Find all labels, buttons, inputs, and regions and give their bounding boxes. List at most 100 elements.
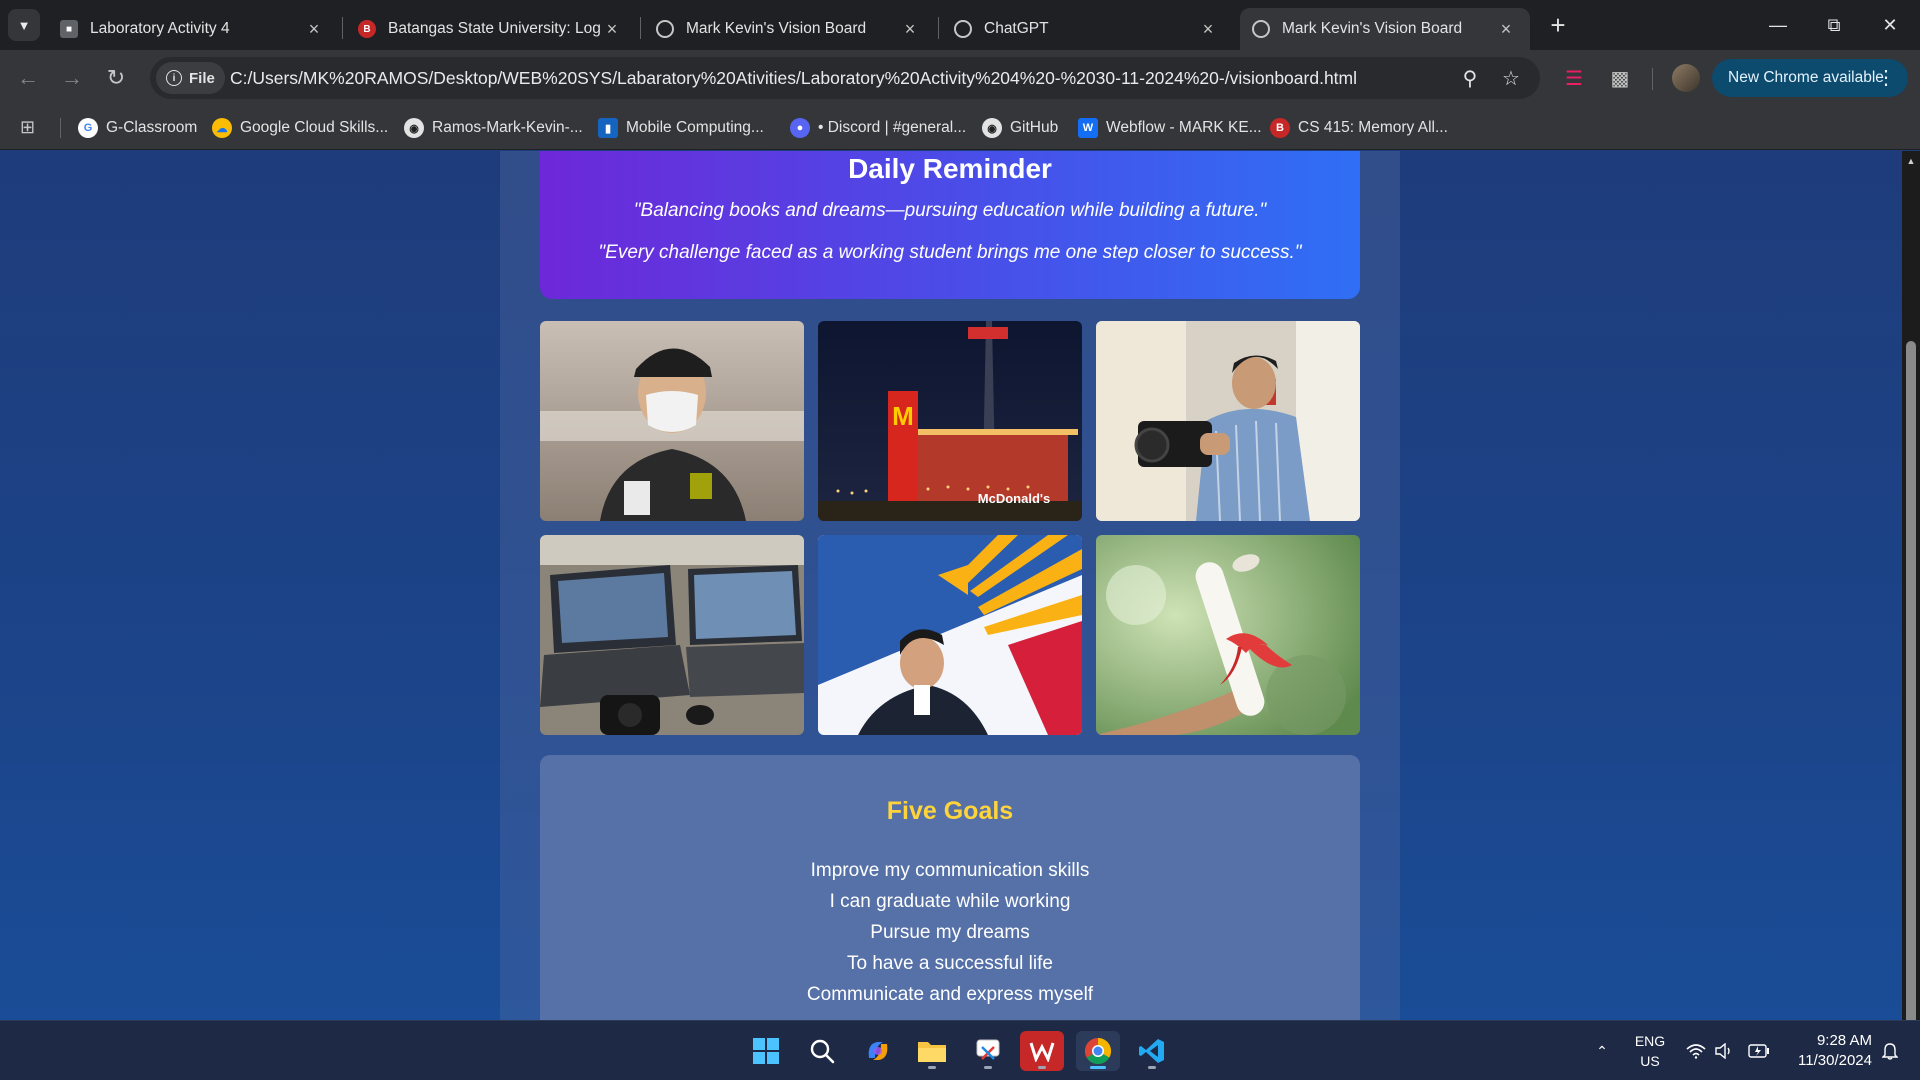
tab-chatgpt[interactable]: ChatGPT × [942,8,1232,50]
notifications-bell-icon[interactable] [1878,1021,1902,1080]
page-viewport: Daily Reminder "Balancing books and drea… [0,151,1902,1020]
bookmark-webflow[interactable]: W Webflow - MARK KE... [1078,116,1262,140]
tab-title: Laboratory Activity 4 [90,20,230,37]
bookmark-google-cloud[interactable]: ☁ Google Cloud Skills... [212,116,388,140]
bookmark-label: Google Cloud Skills... [240,119,389,136]
close-tab-icon[interactable]: × [602,19,622,40]
chevron-up-icon: ⌃ [1596,1042,1608,1059]
reload-button[interactable]: ↻ [100,62,132,94]
close-tab-icon[interactable]: × [900,19,920,40]
chevron-down-icon: ▼ [17,17,31,33]
tab-vision-board-active[interactable]: Mark Kevin's Vision Board × [1240,8,1530,50]
region-code: US [1640,1053,1660,1069]
github-icon: ◉ [404,118,424,138]
google-cloud-icon: ☁ [212,118,232,138]
show-hidden-icons-button[interactable]: ⌃ [1590,1021,1614,1080]
bookmark-label: GitHub [1010,119,1059,136]
close-tab-icon[interactable]: × [1198,19,1218,40]
forward-button[interactable]: → [56,62,88,94]
mcdonalds-caption: McDonald's [978,491,1050,506]
bookmark-discord[interactable]: ● • Discord | #general... [790,116,966,140]
reload-icon: ↻ [106,65,126,90]
batstateu-icon: B [358,20,376,38]
trello-icon: ▮ [598,118,618,138]
taskbar-copilot[interactable] [856,1031,900,1071]
bookmark-ramos-github[interactable]: ◉ Ramos-Mark-Kevin-... [404,116,583,140]
close-window-button[interactable]: ✕ [1862,8,1918,42]
clock-time: 9:28 AM [1816,1032,1872,1049]
snipping-tool-icon [976,1039,1000,1060]
search-icon [810,1039,835,1064]
globe-icon [1252,20,1270,38]
bookmark-label: Mobile Computing... [626,119,764,136]
bookmark-label: CS 415: Memory All... [1298,119,1448,136]
start-button[interactable] [744,1031,788,1071]
url-text[interactable]: C:/Users/MK%20RAMOS/Desktop/WEB%20SYS/La… [230,57,1357,99]
bookmark-github[interactable]: ◉ GitHub [982,116,1058,140]
goal-item: Communicate and express myself [806,984,1094,1005]
close-tab-icon[interactable]: × [304,19,324,40]
bookmark-label: • Discord | #general... [818,119,967,136]
back-button[interactable]: ← [12,62,44,94]
taskbar-snipping-tool[interactable] [966,1031,1010,1071]
bookmark-mobile-computing[interactable]: ▮ Mobile Computing... [598,116,764,140]
taskbar-vscode[interactable] [1130,1031,1174,1071]
bookmark-label: Webflow - MARK KE... [1106,119,1262,136]
input-language-indicator[interactable]: ENG US [1628,1031,1672,1071]
site-info-chip[interactable]: i File [156,62,225,94]
profile-avatar[interactable] [1672,64,1700,92]
tab-search-button[interactable]: ▼ [8,9,40,41]
photo-crew-worker [540,321,804,521]
chrome-icon [1084,1037,1112,1065]
close-tab-icon[interactable]: × [1496,19,1516,40]
bookmarks-bar: ⊞ G G-Classroom ☁ Google Cloud Skills...… [0,106,1920,150]
goal-item: Pursue my dreams [870,922,1030,943]
scrollbar-thumb[interactable] [1906,341,1916,1031]
bookmark-star-icon[interactable]: ☆ [1498,65,1524,91]
address-bar[interactable]: i File C:/Users/MK%20RAMOS/Desktop/WEB%2… [150,57,1540,99]
browser-toolbar: ← → ↻ i File C:/Users/MK%20RAMOS/Desktop… [0,50,1920,106]
vision-board-container: Daily Reminder "Balancing books and drea… [500,151,1400,1020]
taskbar-wps-office[interactable] [1020,1031,1064,1071]
wifi-icon[interactable] [1684,1021,1708,1080]
zoom-icon[interactable]: ⚲ [1457,65,1483,91]
google-icon: G [78,118,98,138]
page-scrollbar[interactable]: ▲ [1902,151,1920,1031]
restore-button[interactable]: ⧉ [1806,8,1862,42]
audio-extension-icon[interactable]: ☰ [1558,62,1590,94]
windows-logo-icon [753,1038,779,1064]
tab-title: ChatGPT [984,20,1049,37]
goal-item: Improve my communication skills [810,860,1090,881]
bookmark-label: G-Classroom [106,119,198,136]
vscode-icon [1139,1039,1164,1063]
tab-title: Mark Kevin's Vision Board [686,20,867,37]
apps-grid-icon[interactable]: ⊞ [20,117,42,139]
five-goals-card: Five Goals Improve my communication skil… [540,755,1360,1020]
scroll-up-arrow-icon[interactable]: ▲ [1906,156,1916,166]
tab-vision-board[interactable]: Mark Kevin's Vision Board × [644,8,934,50]
daily-reminder-card: Daily Reminder "Balancing books and drea… [540,151,1360,299]
tab-batangas-state[interactable]: B Batangas State University: Log i × [346,8,636,50]
bookmark-label: Ramos-Mark-Kevin-... [432,119,583,136]
goals-list: Improve my communication skills I can gr… [540,855,1360,1010]
taskbar-search-button[interactable] [800,1031,844,1071]
tab-laboratory-activity[interactable]: ■ Laboratory Activity 4 × [48,8,338,50]
webflow-icon: W [1078,118,1098,138]
folder-icon [918,1042,946,1062]
chrome-update-button[interactable]: New Chrome available ⋮ [1712,59,1908,97]
globe-icon [656,20,674,38]
bookmark-g-classroom[interactable]: G G-Classroom [78,116,197,140]
photo-camera-man [1096,321,1360,521]
minimize-button[interactable]: — [1750,8,1806,42]
battery-icon[interactable] [1746,1021,1772,1080]
taskbar-chrome[interactable] [1076,1031,1120,1071]
extensions-icon[interactable]: ▩ [1604,62,1636,94]
tab-title: Batangas State University: Log i [388,20,602,37]
taskbar-file-explorer[interactable] [910,1031,954,1071]
svg-text:M: M [892,401,914,431]
more-menu-icon: ⋮ [1876,67,1896,89]
new-tab-button[interactable]: + [1544,12,1572,40]
volume-icon[interactable] [1712,1021,1736,1080]
system-clock[interactable]: 9:28 AM 11/30/2024 [1782,1031,1872,1071]
bookmark-cs415[interactable]: B CS 415: Memory All... [1270,116,1448,140]
